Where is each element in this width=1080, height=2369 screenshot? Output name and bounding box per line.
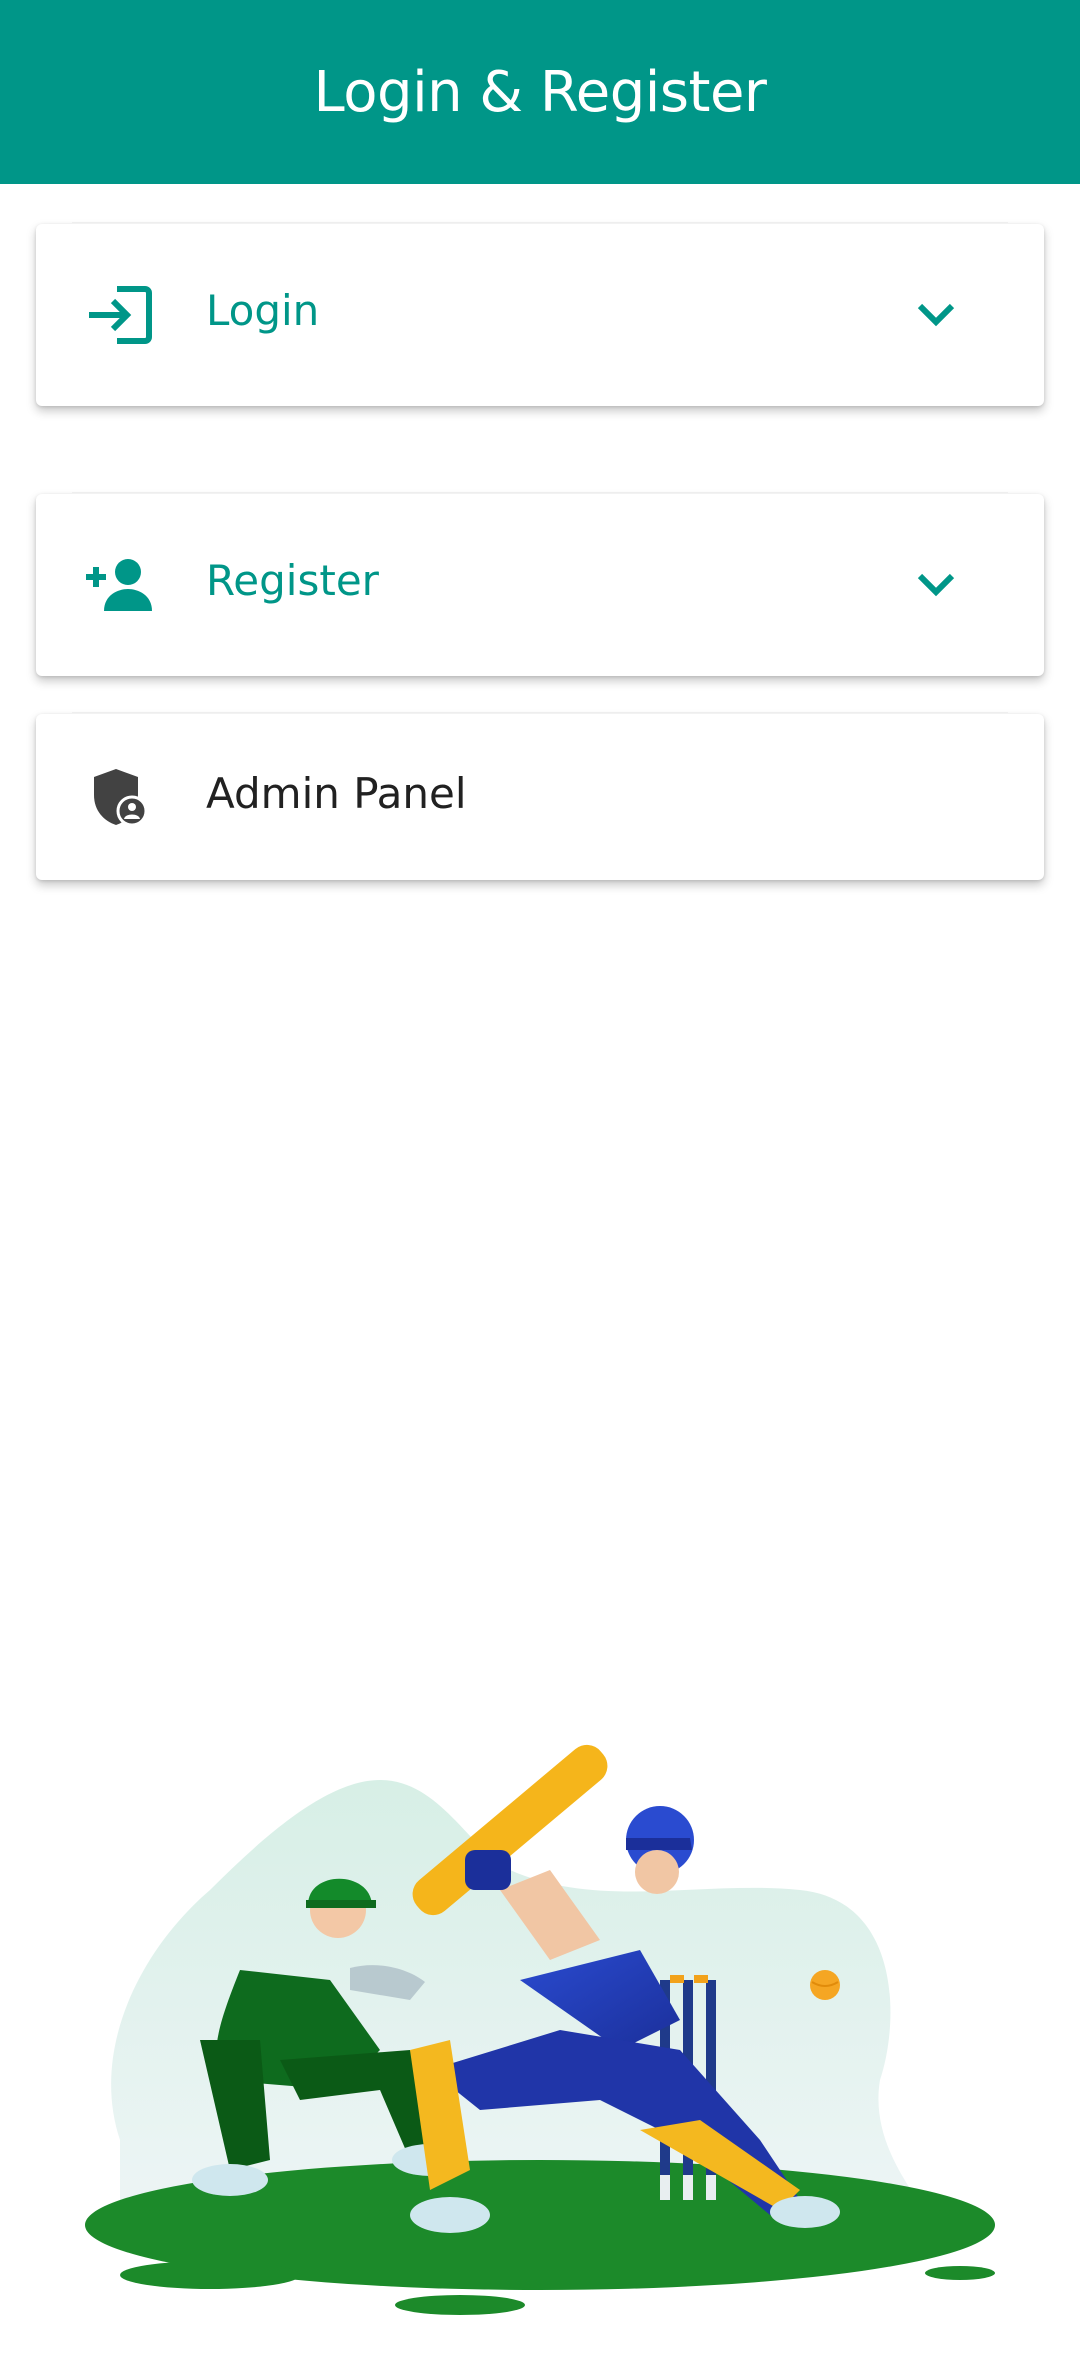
- person-add-icon: [84, 549, 156, 621]
- login-label: Login: [206, 286, 320, 335]
- login-expandable-card[interactable]: Login: [36, 222, 1044, 406]
- chevron-down-icon[interactable]: [912, 291, 960, 339]
- register-label: Register: [206, 556, 379, 605]
- card-divider: [72, 492, 1008, 493]
- login-icon: [84, 279, 156, 351]
- admin-panel-label: Admin Panel: [206, 769, 467, 818]
- card-divider: [72, 712, 1008, 713]
- register-expandable-card[interactable]: Register: [36, 492, 1044, 676]
- page-title: Login & Register: [313, 59, 767, 125]
- app-bar: Login & Register: [0, 0, 1080, 184]
- admin-shield-icon: [84, 761, 156, 833]
- cricket-illustration: [85, 1744, 995, 2315]
- card-divider: [72, 222, 1008, 223]
- chevron-down-icon[interactable]: [912, 561, 960, 609]
- admin-panel-card[interactable]: Admin Panel: [36, 712, 1044, 880]
